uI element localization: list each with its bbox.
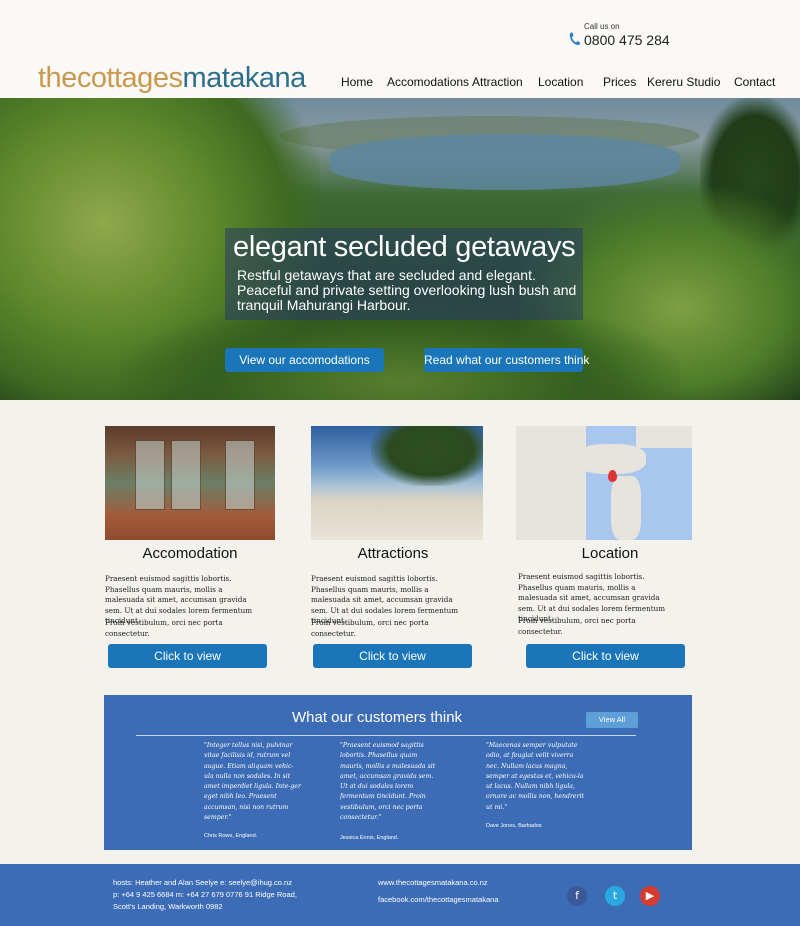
location-map[interactable] <box>516 426 692 540</box>
read-reviews-button[interactable]: Read what our customers think <box>424 348 589 372</box>
view-all-button[interactable]: View All <box>586 712 638 728</box>
divider <box>136 735 636 736</box>
site-logo[interactable]: thecottagesmatakana <box>38 62 306 95</box>
accomodation-text-2: Proin vestibulum, orci nec porta consect… <box>105 618 223 638</box>
nav-attraction[interactable]: Attraction <box>472 75 523 89</box>
location-text-2: Proin vestibulum, orci nec porta consect… <box>518 616 636 636</box>
site-header: Call us on 0800 475 284 thecottagesmatak… <box>0 0 800 98</box>
hero-subtitle: Restful getaways that are secluded and e… <box>237 267 577 313</box>
facebook-icon[interactable]: f <box>567 886 587 906</box>
accomodation-view-button[interactable]: Click to view <box>108 644 267 668</box>
nav-home[interactable]: Home <box>341 75 373 89</box>
testimonial-quote: "Maecenas semper vulputate odio, at feug… <box>486 742 584 811</box>
logo-part-2: matakana <box>182 62 306 94</box>
attractions-image[interactable] <box>311 426 483 540</box>
facebook-glyph: f <box>575 889 579 902</box>
testimonials-title: What our customers think <box>292 709 463 726</box>
youtube-glyph: ▶ <box>645 889 655 902</box>
location-title: Location <box>581 545 639 562</box>
attractions-text-2: Proin vestibulum, orci nec porta consect… <box>311 618 429 638</box>
twitter-icon[interactable]: t <box>605 886 625 906</box>
footer-facebook-link[interactable]: facebook.com/thecottagesmatakana <box>378 894 499 905</box>
window-pane <box>225 440 255 510</box>
nav-contact[interactable]: Contact <box>734 75 775 89</box>
twitter-glyph: t <box>612 889 618 902</box>
footer-website-link[interactable]: www.thecottagesmatakana.co.nz <box>378 877 488 888</box>
map-land <box>611 476 641 540</box>
footer-address: Scott's Landing, Warkworth 0982 <box>113 902 223 911</box>
testimonial-quote: "Integer tellus nisi, pulvinar vitae fac… <box>204 742 301 822</box>
tree <box>371 426 483 486</box>
map-land <box>636 426 692 448</box>
location-view-button[interactable]: Click to view <box>526 644 685 668</box>
site-footer: hosts: Heather and Alan Seelye e: seelye… <box>0 864 800 926</box>
window-pane <box>171 440 201 510</box>
call-us-label: Call us on <box>584 22 620 31</box>
testimonial-author: Jessica Ennis, England. <box>340 835 399 841</box>
hero-title: elegant secluded getaways <box>233 231 576 263</box>
testimonial-author: Dave Jones, Barbados <box>486 823 542 829</box>
attractions-view-button[interactable]: Click to view <box>313 644 472 668</box>
window-pane <box>135 440 165 510</box>
accomodation-title: Accomodation <box>142 545 238 562</box>
footer-hosts: hosts: Heather and Alan Seelye e: seelye… <box>113 878 292 887</box>
testimonials-section: What our customers think View All "Integ… <box>104 695 692 850</box>
testimonial-author: Chris Rowe, England. <box>204 833 258 839</box>
hero-harbour <box>330 134 680 190</box>
logo-part-1: thecottages <box>38 62 183 94</box>
view-accomodations-button[interactable]: View our accomodations <box>225 348 384 372</box>
phone-icon <box>569 32 580 46</box>
footer-contact: p: +64 9 425 6684 m: +64 27 679 0776 91 … <box>113 890 297 899</box>
testimonial-quote: "Praesent euismod sagittis lobortis. Pha… <box>340 742 436 822</box>
youtube-icon[interactable]: ▶ <box>640 886 660 906</box>
phone-number[interactable]: 0800 475 284 <box>584 32 670 48</box>
map-land <box>516 426 586 540</box>
nav-location[interactable]: Location <box>538 75 583 89</box>
attractions-title: Attractions <box>357 545 429 562</box>
accomodation-image[interactable] <box>105 426 275 540</box>
hero-banner: elegant secluded getaways Restful getawa… <box>0 98 800 400</box>
nav-prices[interactable]: Prices <box>603 75 636 89</box>
map-pin-icon <box>608 470 617 482</box>
nav-accomodations[interactable]: Accomodations <box>387 75 469 89</box>
nav-kereru-studio[interactable]: Kereru Studio <box>647 75 720 89</box>
